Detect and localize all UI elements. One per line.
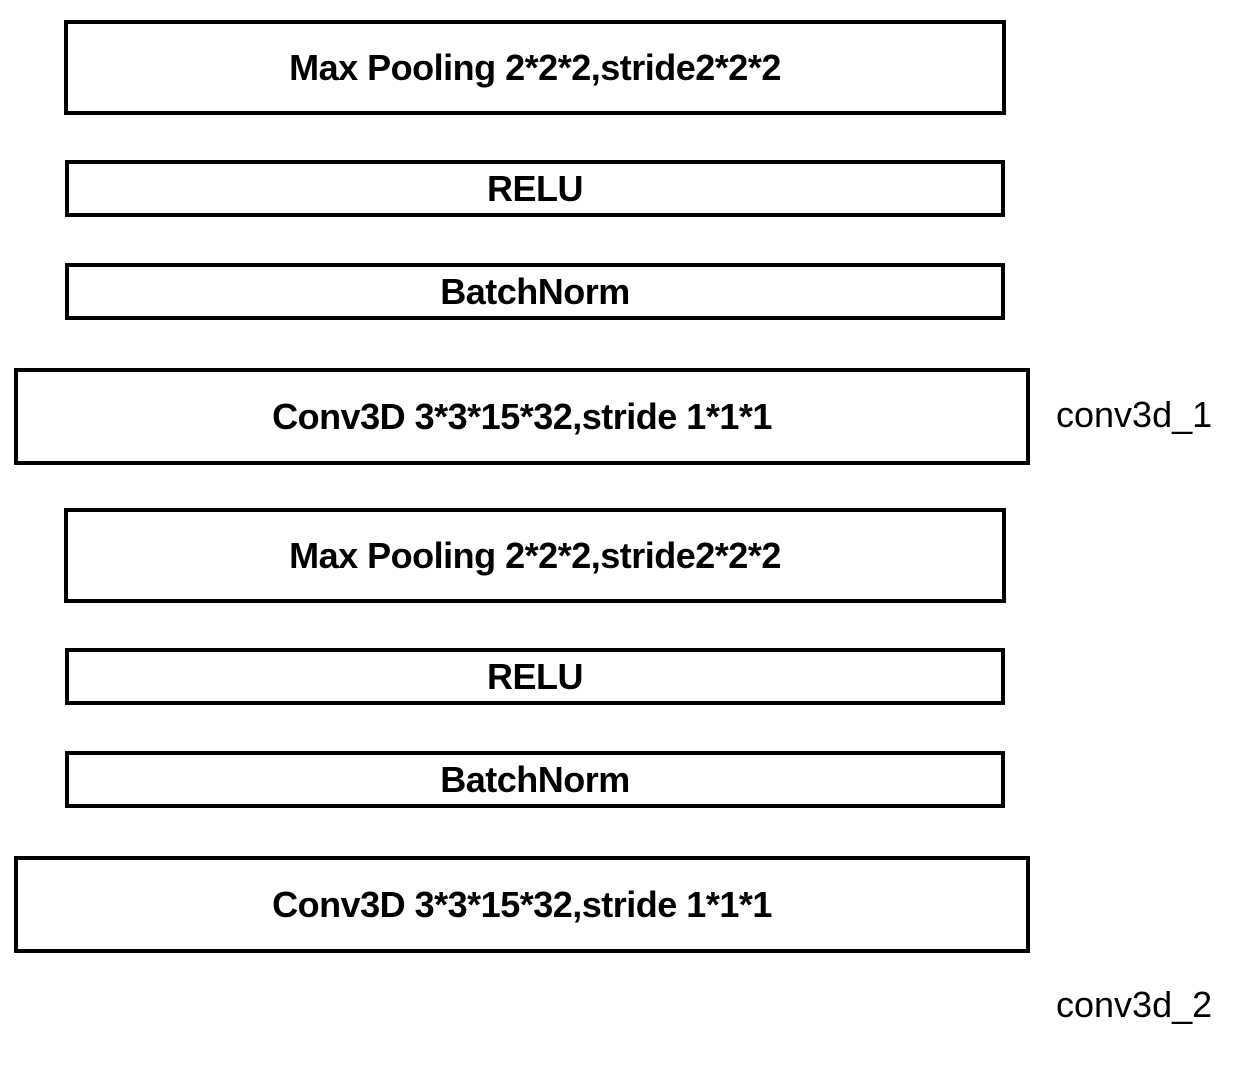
layer-conv3d-1: Conv3D 3*3*15*32,stride 1*1*1 xyxy=(14,368,1030,465)
layer-batchnorm-2: BatchNorm xyxy=(65,751,1005,808)
layer-relu-2: RELU xyxy=(65,648,1005,705)
layer-maxpool-2: Max Pooling 2*2*2,stride2*2*2 xyxy=(64,508,1006,603)
side-label-conv3d-2: conv3d_2 xyxy=(1056,984,1212,1026)
diagram-canvas: Max Pooling 2*2*2,stride2*2*2 RELU Batch… xyxy=(0,0,1240,1070)
side-label-conv3d-1: conv3d_1 xyxy=(1056,394,1212,436)
layer-conv3d-2: Conv3D 3*3*15*32,stride 1*1*1 xyxy=(14,856,1030,953)
layer-batchnorm-1: BatchNorm xyxy=(65,263,1005,320)
layer-maxpool-1: Max Pooling 2*2*2,stride2*2*2 xyxy=(64,20,1006,115)
layer-relu-1: RELU xyxy=(65,160,1005,217)
